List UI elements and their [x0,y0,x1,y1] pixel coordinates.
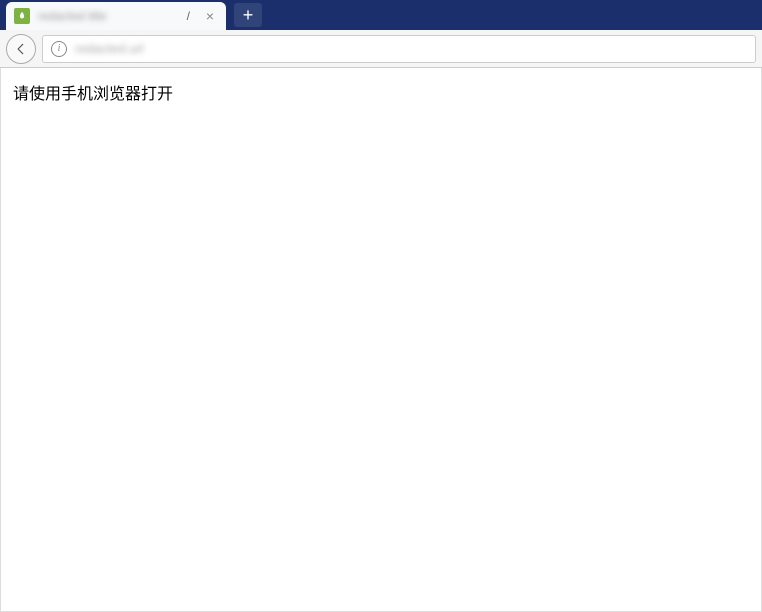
page-content: 请使用手机浏览器打开 [0,68,762,612]
page-message: 请使用手机浏览器打开 [13,80,749,104]
info-icon[interactable]: i [51,41,67,57]
url-text: redacted.url [75,41,144,56]
back-button[interactable] [6,34,36,64]
tab-bar: redacted title / × + [0,0,762,30]
address-bar[interactable]: i redacted.url [42,35,756,63]
browser-tab[interactable]: redacted title / × [6,2,226,30]
back-arrow-icon [14,42,28,56]
browser-toolbar: i redacted.url [0,30,762,68]
tab-title: redacted title [38,9,183,23]
tab-path-separator: / [187,9,190,23]
close-tab-icon[interactable]: × [202,8,218,24]
favicon-icon [14,8,30,24]
new-tab-button[interactable]: + [234,3,262,27]
